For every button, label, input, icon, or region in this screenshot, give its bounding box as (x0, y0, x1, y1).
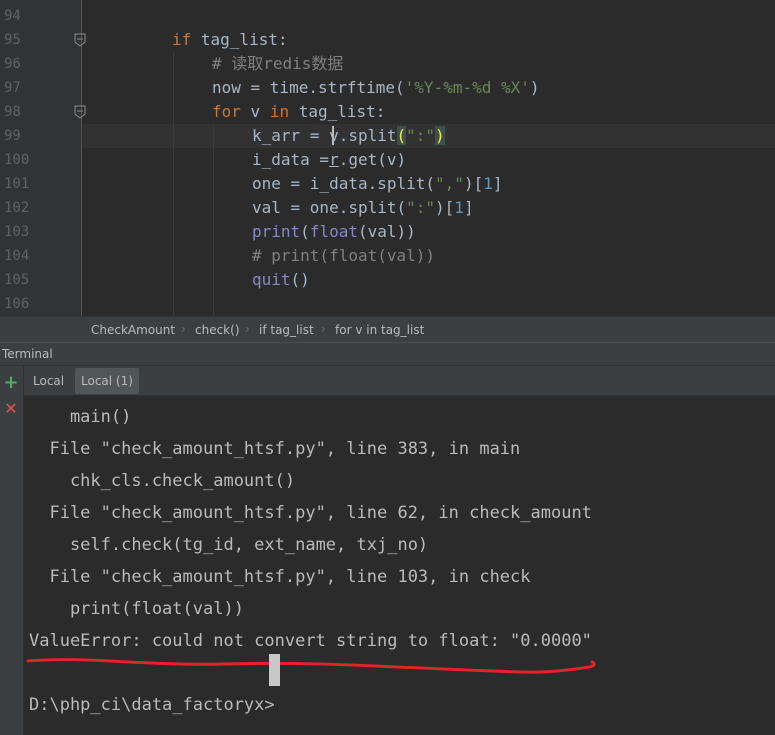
breadcrumb-item[interactable]: for v in tag_list (335, 323, 424, 337)
code-line-97: now = time.strftime('%Y-%m-%d %X') (212, 78, 540, 97)
terminal-prompt: D:\php_ci\data_factoryx> (29, 695, 275, 715)
indent-guide (213, 124, 214, 316)
terminal-toolbar: + ✕ (0, 366, 24, 735)
line-number-gutter: 94 95 96 97 98 99 100 101 102 103 104 10… (0, 0, 82, 316)
code-line-104: # print(float(val)) (252, 246, 436, 265)
terminal-line: self.check(tg_id, ext_name, txj_no) (29, 535, 429, 555)
line-number: 104 (4, 248, 30, 264)
line-number: 97 (4, 80, 21, 96)
code-line-95: if tag_list: (172, 30, 288, 49)
tab-local[interactable]: Local (27, 368, 70, 394)
line-number: 94 (4, 8, 21, 24)
red-underline-annotation (26, 658, 596, 674)
code-line-98: for v in tag_list: (212, 102, 386, 121)
line-number: 100 (4, 152, 30, 168)
terminal-line: chk_cls.check_amount() (29, 471, 296, 491)
terminal-line: File "check_amount_htsf.py", line 383, i… (29, 439, 521, 459)
terminal-error-line: ValueError: could not convert string to … (29, 631, 592, 651)
line-number: 105 (4, 272, 30, 288)
code-line-96: # 读取redis数据 (212, 54, 344, 73)
code-line-101: one = i_data.split(",")[1] (252, 174, 503, 193)
line-number: 99 (4, 128, 21, 144)
terminal-cursor (269, 654, 280, 686)
terminal-line: File "check_amount_htsf.py", line 103, i… (29, 567, 531, 587)
terminal-line: main() (29, 407, 132, 427)
breadcrumb-item[interactable]: check() (195, 323, 240, 337)
code-line-103: print(float(val)) (252, 222, 416, 241)
line-number: 102 (4, 200, 30, 216)
close-icon[interactable]: ✕ (2, 400, 20, 418)
tab-local-1[interactable]: Local (1) (75, 368, 139, 394)
indent-guide (173, 52, 174, 316)
code-line-105: quit() (252, 270, 310, 289)
chevron-right-icon: › (245, 322, 250, 336)
code-line-102: val = one.split(":")[1] (252, 198, 474, 217)
line-number: 103 (4, 224, 30, 240)
terminal-tabs: Local Local (1) (24, 366, 775, 396)
code-line-100: i_data =r.get(v) (252, 150, 407, 169)
line-number: 96 (4, 56, 21, 72)
chevron-right-icon: › (321, 322, 326, 336)
code-line-99: k_arr = v.split(":") (252, 126, 445, 145)
line-number: 95 (4, 32, 21, 48)
line-number: 98 (4, 104, 21, 120)
breadcrumb-item[interactable]: if tag_list (259, 323, 314, 337)
terminal-output[interactable]: main() File "check_amount_htsf.py", line… (24, 396, 775, 735)
line-number: 101 (4, 176, 30, 192)
terminal-header: Terminal (0, 342, 775, 366)
plus-icon[interactable]: + (2, 374, 20, 392)
fold-collapse-icon[interactable] (74, 105, 86, 119)
fold-collapse-icon[interactable] (74, 33, 86, 47)
text-cursor (332, 126, 334, 145)
line-number: 106 (4, 296, 30, 312)
chevron-right-icon: › (181, 322, 186, 336)
terminal-title: Terminal (2, 347, 53, 361)
code-editor[interactable]: 94 95 96 97 98 99 100 101 102 103 104 10… (0, 0, 775, 316)
breadcrumb: CheckAmount › check() › if tag_list › fo… (0, 316, 775, 342)
breadcrumb-item[interactable]: CheckAmount (91, 323, 175, 337)
terminal-line: print(float(val)) (29, 599, 244, 619)
terminal-line: File "check_amount_htsf.py", line 62, in… (29, 503, 592, 523)
